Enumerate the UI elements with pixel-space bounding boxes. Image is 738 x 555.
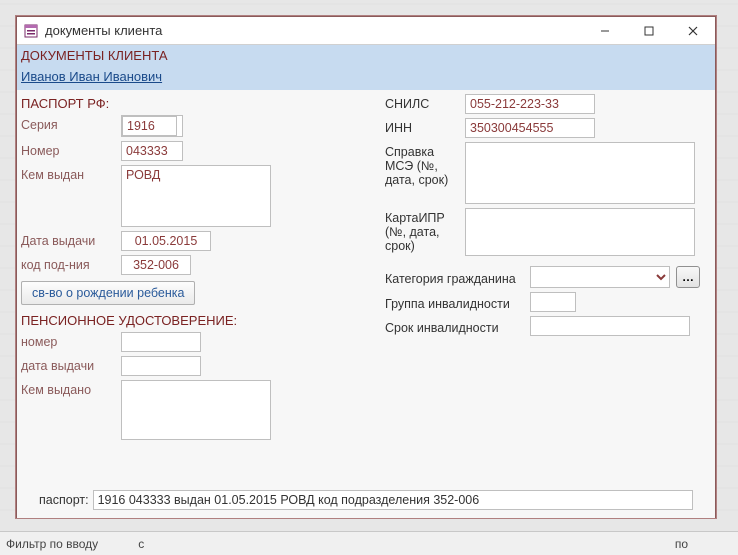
karta-ipr-input[interactable] [465, 208, 695, 256]
passport-section-title: ПАСПОРТ РФ: [21, 96, 361, 111]
pension-nomer-input[interactable] [121, 332, 201, 352]
status-s-input[interactable] [148, 537, 188, 551]
titlebar: документы клиента [17, 17, 715, 45]
label-pension-kem: Кем выдано [21, 380, 121, 397]
client-name-link[interactable]: Иванов Иван Иванович [17, 66, 166, 90]
label-gruppa-inv: Группа инвалидности [385, 294, 530, 311]
label-pension-data: дата выдачи [21, 356, 121, 373]
seria-input[interactable] [122, 116, 177, 136]
kategoria-lookup-button[interactable]: … [676, 266, 700, 288]
form-header-title: ДОКУМЕНТЫ КЛИЕНТА [17, 45, 715, 66]
label-passport-summary: паспорт: [39, 493, 89, 507]
nomer-input[interactable] [121, 141, 183, 161]
label-kem-vydan: Кем выдан [21, 165, 121, 182]
status-po-input[interactable] [692, 537, 732, 551]
pension-kem-input[interactable] [121, 380, 271, 440]
minimize-button[interactable] [583, 17, 627, 45]
label-spravka-mse: Справка МСЭ (№, дата, срок) [385, 142, 465, 187]
status-po-label: по [675, 537, 688, 551]
passport-summary-input[interactable] [93, 490, 693, 510]
label-pension-nomer: номер [21, 332, 121, 349]
inn-input[interactable] [465, 118, 595, 138]
label-srok-inv: Срок инвалидности [385, 318, 530, 335]
snils-input[interactable] [465, 94, 595, 114]
left-column: ПАСПОРТ РФ: Серия Номер Кем выдан Дата в… [21, 94, 361, 444]
status-filter-label: Фильтр по вводу [6, 537, 98, 551]
data-vydachi-input[interactable] [121, 231, 211, 251]
status-bar: Фильтр по вводу с по [0, 531, 738, 555]
srok-inv-input[interactable] [530, 316, 690, 336]
pension-data-input[interactable] [121, 356, 201, 376]
label-kod-podr: код под-ния [21, 255, 121, 272]
birth-certificate-button[interactable]: св-во о рождении ребенка [21, 281, 195, 305]
maximize-button[interactable] [627, 17, 671, 45]
kod-podr-input[interactable] [121, 255, 191, 275]
passport-summary-row: паспорт: [39, 490, 693, 510]
spravka-mse-input[interactable] [465, 142, 695, 204]
right-column: СНИЛС ИНН Справка МСЭ (№, дата, срок) Ка… [385, 94, 711, 444]
form-header: ДОКУМЕНТЫ КЛИЕНТА Иванов Иван Иванович [17, 45, 715, 90]
close-button[interactable] [671, 17, 715, 45]
label-snils: СНИЛС [385, 94, 465, 111]
kategoria-select[interactable] [530, 266, 670, 288]
label-inn: ИНН [385, 118, 465, 135]
form-icon [23, 23, 39, 39]
label-seria: Серия [21, 115, 121, 132]
form-window: документы клиента ДОКУМЕНТЫ КЛИЕНТА Иван… [16, 16, 716, 518]
label-data-vydachi: Дата выдачи [21, 231, 121, 248]
label-kategoria: Категория гражданина [385, 269, 530, 286]
kem-vydan-input[interactable] [121, 165, 271, 227]
label-nomer: Номер [21, 141, 121, 158]
window-title: документы клиента [45, 23, 583, 38]
status-s-label: с [138, 537, 144, 551]
pension-section-title: ПЕНСИОННОЕ УДОСТОВЕРЕНИЕ: [21, 313, 361, 328]
gruppa-inv-input[interactable] [530, 292, 576, 312]
label-karta-ipr: КартаИПР (№, дата, срок) [385, 208, 465, 253]
